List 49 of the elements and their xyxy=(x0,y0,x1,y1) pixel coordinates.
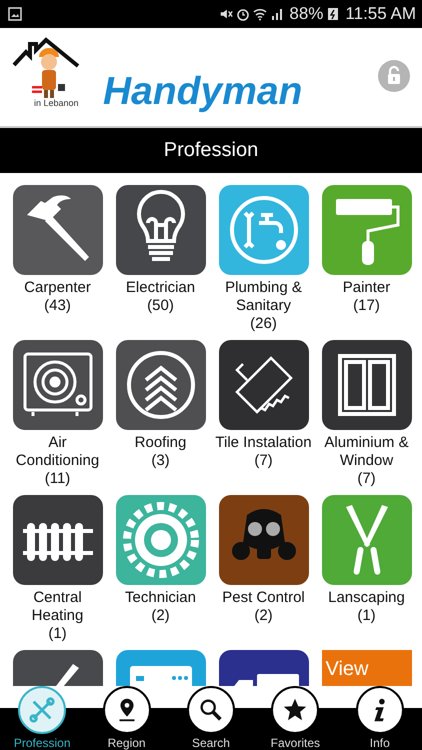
clock-time: 11:55 AM xyxy=(345,4,416,24)
profession-name: Air Conditioning xyxy=(14,434,100,470)
profession-tile[interactable] xyxy=(218,340,308,430)
profession-tile[interactable] xyxy=(218,495,308,585)
profession-name: Technician xyxy=(124,589,197,607)
profession-count: (1) xyxy=(357,607,376,625)
profession-name: Aluminium & Window xyxy=(323,434,410,470)
profession-count: (7) xyxy=(254,452,273,470)
profession-tile[interactable] xyxy=(12,185,102,275)
profession-name: Central Heating xyxy=(30,589,84,625)
profession-tile[interactable] xyxy=(116,340,206,430)
profession-count: (43) xyxy=(44,297,71,315)
profession-tile[interactable] xyxy=(116,185,206,275)
profession-count: (26) xyxy=(250,315,277,333)
battery-icon xyxy=(326,7,340,21)
profession-count: (2) xyxy=(151,607,170,625)
profession-tile[interactable] xyxy=(218,185,308,275)
profession-count: (1) xyxy=(48,625,67,643)
profession-count: (2) xyxy=(254,607,273,625)
profession-count: (50) xyxy=(147,297,174,315)
profession-tile[interactable] xyxy=(322,495,412,585)
profession-count: (3) xyxy=(151,452,170,470)
app-name: Handyman xyxy=(103,70,302,114)
profession-name: Plumbing & Sanitary xyxy=(224,279,303,315)
profession-name: Lanscaping xyxy=(327,589,406,607)
profession-count: (11) xyxy=(44,470,70,488)
profession-tile[interactable] xyxy=(322,340,412,430)
profession-tile[interactable] xyxy=(12,340,102,430)
profession-tile[interactable] xyxy=(12,495,102,585)
view-more-label: View xyxy=(326,658,368,681)
profession-count: (7) xyxy=(357,470,376,488)
wifi-icon xyxy=(253,7,268,21)
mute-icon xyxy=(219,7,234,21)
tools-icon xyxy=(28,696,56,724)
profession-name: Pest Control xyxy=(221,589,306,607)
profession-name: Tile Instalation xyxy=(214,434,313,452)
profession-name: Roofing xyxy=(134,434,188,452)
profession-name: Painter xyxy=(342,279,392,297)
profession-tile[interactable] xyxy=(116,495,206,585)
logo-tagline: in Lebanon xyxy=(34,98,79,108)
battery-percent: 88% xyxy=(289,4,324,24)
profession-tile[interactable] xyxy=(322,185,412,275)
gallery-icon xyxy=(8,7,22,21)
signal-icon xyxy=(270,7,284,21)
profession-count: (17) xyxy=(353,297,380,315)
page-title: Profession xyxy=(164,139,258,162)
alarm-icon xyxy=(236,7,250,21)
profession-name: Electrician xyxy=(124,279,196,297)
profession-name: Carpenter xyxy=(23,279,92,297)
